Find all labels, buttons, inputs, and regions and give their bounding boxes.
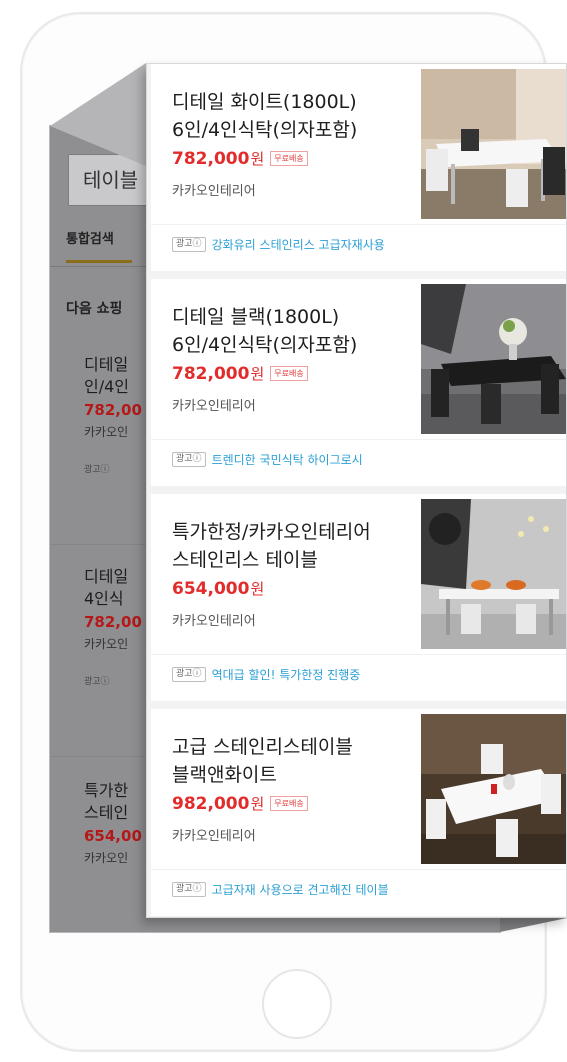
price-row: 782,000 원 무료배송 xyxy=(172,363,308,384)
product-card[interactable]: 고급 스테인리스테이블 블랙앤화이트 982,000 원 무료배송 카카오인테리… xyxy=(151,709,566,916)
product-title[interactable]: 디테일 블랙(1800L) 6인/4인식탁(의자포함) xyxy=(172,303,402,359)
price-row: 654,000 원 xyxy=(172,578,264,599)
ad-line[interactable]: 광고ⓘ 고급자재 사용으로 견고해진 테이블 xyxy=(172,881,389,898)
ad-text-link[interactable]: 강화유리 스테인리스 고급자재사용 xyxy=(212,236,385,253)
product-card[interactable]: 특가한정/카카오인테리어 스테인리스 테이블 654,000 원 카카오인테리어 xyxy=(151,494,566,701)
product-image[interactable] xyxy=(421,714,566,864)
home-button[interactable] xyxy=(262,969,332,1039)
ad-badge: 광고ⓘ xyxy=(172,237,206,252)
divider xyxy=(151,869,566,870)
divider xyxy=(151,439,566,440)
ad-text-link[interactable]: 역대급 할인! 특가한정 진행중 xyxy=(212,666,361,683)
ad-tag: 광고ⓘ xyxy=(84,677,110,687)
currency-unit: 원 xyxy=(250,365,265,383)
product-title[interactable]: 고급 스테인리스테이블 블랙앤화이트 xyxy=(172,733,402,789)
product-title[interactable]: 디테일 화이트(1800L) 6인/4인식탁(의자포함) xyxy=(172,88,402,144)
tab-integrated-search[interactable]: 통합검색 xyxy=(66,228,114,247)
product-price: 654,000 xyxy=(172,578,250,599)
free-shipping-badge: 무료배송 xyxy=(270,151,308,166)
product-image[interactable] xyxy=(421,69,566,219)
ad-text-link[interactable]: 트렌디한 국민식탁 하이그로시 xyxy=(212,451,363,468)
ad-line[interactable]: 광고ⓘ 트렌디한 국민식탁 하이그로시 xyxy=(172,451,363,468)
seller-name: 카카오인테리어 xyxy=(172,184,256,199)
product-card[interactable]: 디테일 블랙(1800L) 6인/4인식탁(의자포함) 782,000 원 무료… xyxy=(151,279,566,486)
currency-unit: 원 xyxy=(250,150,265,168)
product-price: 982,000 xyxy=(172,793,250,814)
tab-underline xyxy=(66,260,132,263)
product-card[interactable]: 디테일 화이트(1800L) 6인/4인식탁(의자포함) 782,000 원 무… xyxy=(151,64,566,271)
ad-badge: 광고ⓘ xyxy=(172,667,206,682)
seller-name: 카카오인테리어 xyxy=(172,399,256,414)
product-image[interactable] xyxy=(421,499,566,649)
product-price: 782,000 xyxy=(172,148,250,169)
ad-text-link[interactable]: 고급자재 사용으로 견고해진 테이블 xyxy=(212,881,389,898)
currency-unit: 원 xyxy=(250,580,265,598)
divider xyxy=(151,654,566,655)
ad-line[interactable]: 광고ⓘ 역대급 할인! 특가한정 진행중 xyxy=(172,666,360,683)
currency-unit: 원 xyxy=(250,795,265,813)
ad-badge: 광고ⓘ xyxy=(172,882,206,897)
price-row: 982,000 원 무료배송 xyxy=(172,793,308,814)
product-popup: 디테일 화이트(1800L) 6인/4인식탁(의자포함) 782,000 원 무… xyxy=(146,63,567,918)
divider xyxy=(151,224,566,225)
ad-line[interactable]: 광고ⓘ 강화유리 스테인리스 고급자재사용 xyxy=(172,236,385,253)
ad-badge: 광고ⓘ xyxy=(172,452,206,467)
ad-tag: 광고ⓘ xyxy=(84,465,110,475)
section-title: 다음 쇼핑 xyxy=(66,301,123,317)
free-shipping-badge: 무료배송 xyxy=(270,796,308,811)
price-row: 782,000 원 무료배송 xyxy=(172,148,308,169)
product-price: 782,000 xyxy=(172,363,250,384)
seller-name: 카카오인테리어 xyxy=(172,829,256,844)
seller-name: 카카오인테리어 xyxy=(172,614,256,629)
product-image[interactable] xyxy=(421,284,566,434)
free-shipping-badge: 무료배송 xyxy=(270,366,308,381)
product-title[interactable]: 특가한정/카카오인테리어 스테인리스 테이블 xyxy=(172,518,402,574)
